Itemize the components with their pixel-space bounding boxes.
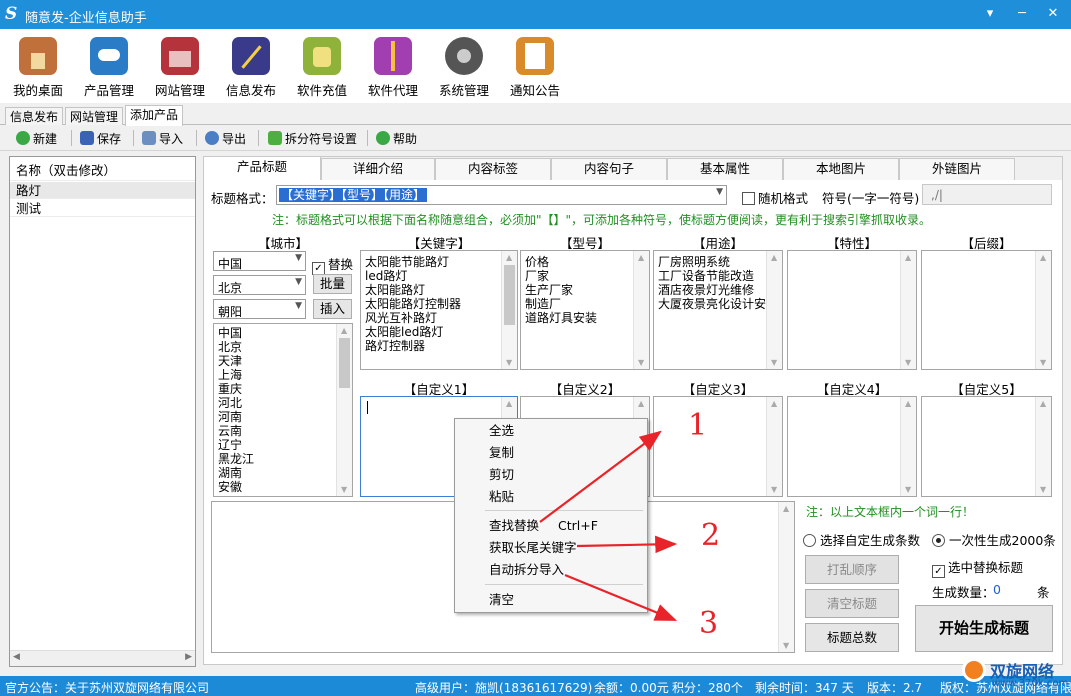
watermark-logo-icon	[962, 658, 986, 682]
annotation-1: 1	[688, 408, 708, 443]
arrow-2	[576, 535, 678, 554]
status-balance: 余额：0.00元	[594, 681, 669, 695]
arrow-3	[564, 573, 678, 622]
status-bar: 官方公告：关于苏州双旋网络有限公司 高级用户：施凯(18361617629) 余…	[0, 676, 1071, 696]
status-user: 高级用户：施凯(18361617629)	[415, 681, 593, 695]
status-notice[interactable]: 官方公告：关于苏州双旋网络有限公司	[5, 679, 209, 696]
annotation-3: 3	[699, 606, 719, 641]
annotation-2: 2	[701, 518, 721, 553]
watermark-url: www.370k.com	[992, 678, 1069, 689]
status-points: 积分：280个	[672, 681, 743, 695]
arrow-1	[539, 430, 662, 523]
status-version: 版本：2.7	[867, 681, 923, 695]
status-remain: 剩余时间：347 天	[755, 681, 854, 695]
annotation-arrows	[539, 430, 678, 622]
